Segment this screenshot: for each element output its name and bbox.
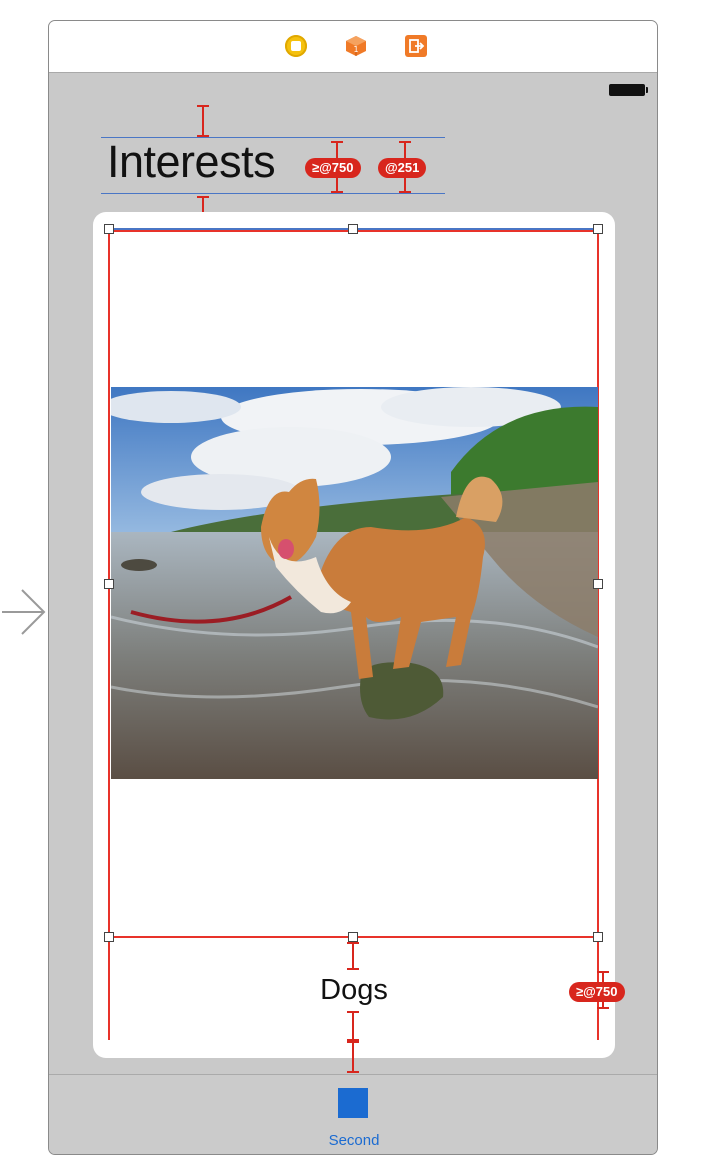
scene-canvas[interactable]: 1 Interests ≥@750 @251 Dogs ≥@750 Second <box>48 20 658 1155</box>
resize-handle-bottom-right[interactable] <box>593 932 603 942</box>
caption-top-constraint[interactable] <box>347 942 359 970</box>
exit-icon[interactable] <box>405 35 427 57</box>
first-responder-icon[interactable]: 1 <box>345 35 367 57</box>
svg-text:1: 1 <box>353 45 358 54</box>
caption-bottom-constraint[interactable] <box>347 1041 359 1073</box>
title-top-constraint[interactable] <box>197 105 209 137</box>
image-left-line <box>108 228 110 1040</box>
tab-bar-item-label[interactable]: Second <box>49 1132 657 1149</box>
resize-handle-bottom-left[interactable] <box>104 932 114 942</box>
dog-photo-image[interactable] <box>111 387 598 779</box>
hugging-priority-badge[interactable]: ≥@750 <box>305 158 361 178</box>
caption-label[interactable]: Dogs <box>49 974 657 1007</box>
caption-height-constraint[interactable] <box>347 1011 359 1041</box>
caption-priority-badge[interactable]: ≥@750 <box>569 982 625 1002</box>
resize-handle-top-left[interactable] <box>104 224 114 234</box>
entry-point-arrow-icon[interactable] <box>0 586 48 638</box>
resize-handle-top[interactable] <box>348 224 358 234</box>
resize-handle-top-right[interactable] <box>593 224 603 234</box>
title-bottom-guide <box>101 193 445 194</box>
tab-bar: Second <box>49 1074 657 1154</box>
view-controller-icon[interactable] <box>285 35 307 57</box>
page-title[interactable]: Interests <box>107 136 276 188</box>
scene-dock: 1 <box>49 21 657 73</box>
resize-handle-left[interactable] <box>104 579 114 589</box>
square-icon[interactable] <box>338 1088 368 1118</box>
battery-icon <box>609 84 648 96</box>
resize-handle-right[interactable] <box>593 579 603 589</box>
resistance-priority-badge[interactable]: @251 <box>378 158 427 178</box>
resize-handle-bottom[interactable] <box>348 932 358 942</box>
